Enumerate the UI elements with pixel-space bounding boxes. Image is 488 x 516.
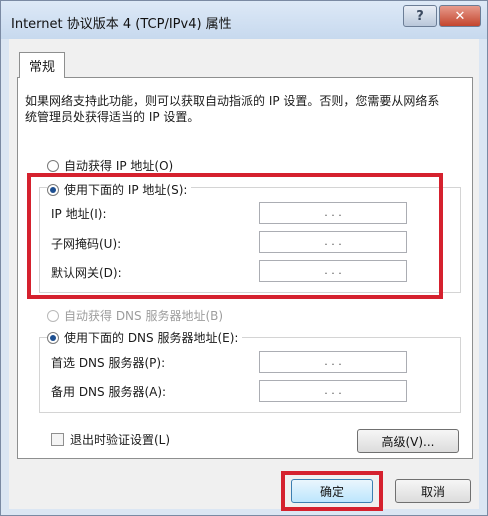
- auto-ip-label: 自动获得 IP 地址(O): [64, 159, 174, 173]
- alternate-dns-input[interactable]: . . .: [259, 380, 407, 402]
- auto-dns-radio[interactable]: 自动获得 DNS 服务器地址(B): [47, 307, 223, 324]
- advanced-button[interactable]: 高级(V)...: [357, 429, 459, 453]
- validate-checkbox-box: [51, 433, 64, 446]
- description-text: 如果网络支持此功能，则可以获取自动指派的 IP 设置。否则，您需要从网络系统管理…: [25, 94, 440, 124]
- tcpip-properties-dialog: Internet 协议版本 4 (TCP/IPv4) 属性 ? ✕ 常规 如果网…: [0, 0, 488, 516]
- help-button[interactable]: ?: [403, 5, 437, 27]
- auto-ip-radio-indicator: [47, 159, 59, 172]
- auto-dns-label: 自动获得 DNS 服务器地址(B): [64, 309, 224, 323]
- validate-on-exit-label: 退出时验证设置(L): [70, 433, 171, 447]
- close-button[interactable]: ✕: [439, 5, 481, 27]
- help-icon: ?: [416, 8, 424, 24]
- manual-dns-radio[interactable]: 使用下面的 DNS 服务器地址(E):: [47, 329, 243, 346]
- alternate-dns-label: 备用 DNS 服务器(A):: [51, 385, 167, 399]
- manual-dns-radio-indicator: [47, 331, 59, 344]
- title-bar[interactable]: Internet 协议版本 4 (TCP/IPv4) 属性 ? ✕: [1, 1, 487, 39]
- ok-highlight-box: [281, 471, 383, 511]
- tab-general[interactable]: 常规: [19, 52, 65, 78]
- preferred-dns-label: 首选 DNS 服务器(P):: [51, 356, 166, 370]
- manual-dns-label: 使用下面的 DNS 服务器地址(E):: [64, 331, 239, 345]
- auto-ip-radio[interactable]: 自动获得 IP 地址(O): [47, 157, 173, 174]
- validate-on-exit-checkbox[interactable]: 退出时验证设置(L): [51, 431, 170, 448]
- preferred-dns-input[interactable]: . . .: [259, 351, 407, 373]
- cancel-button[interactable]: 取消: [395, 479, 471, 503]
- auto-dns-radio-indicator: [47, 309, 59, 322]
- close-icon: ✕: [454, 8, 466, 24]
- window-title: Internet 协议版本 4 (TCP/IPv4) 属性: [11, 17, 232, 32]
- ip-highlight-box: [27, 173, 443, 299]
